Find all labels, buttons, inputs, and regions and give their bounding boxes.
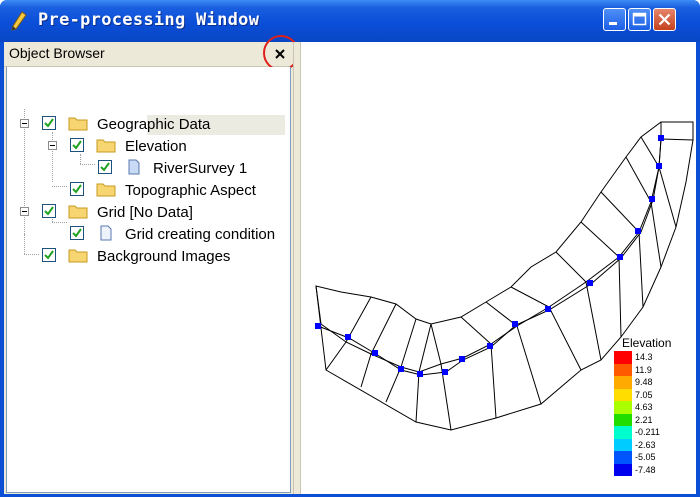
collapse-toggle[interactable]: [20, 119, 29, 128]
tree-checkbox[interactable]: [70, 138, 84, 152]
legend-swatch: [614, 363, 632, 376]
survey-points: [315, 135, 664, 377]
legend-row: 4.63: [614, 401, 684, 414]
legend-row: -7.48: [614, 463, 684, 476]
legend-value: 7.05: [635, 389, 653, 400]
legend-value: 14.3: [635, 352, 653, 362]
legend-value: -0.211: [635, 427, 660, 437]
tree-checkbox[interactable]: [42, 116, 56, 130]
collapse-toggle[interactable]: [20, 207, 29, 216]
minimize-button[interactable]: [603, 8, 626, 31]
tree-checkbox[interactable]: [42, 204, 56, 218]
tree-line: [52, 222, 67, 223]
elevation-legend: Elevation 14.3 11.9 9.48 7.05 4.63 2.21 -0.211…: [614, 336, 684, 486]
folder-icon: [68, 117, 88, 131]
window-title: Pre-processing Window: [38, 10, 260, 30]
legend-swatch: [614, 451, 632, 464]
panel-splitter[interactable]: [293, 42, 301, 494]
legend-row: 2.21: [614, 413, 684, 426]
tree-item-label[interactable]: Topographic Aspect: [125, 182, 256, 199]
tree-item-label[interactable]: RiverSurvey 1: [153, 160, 247, 177]
tree-line: [24, 254, 39, 255]
document-icon: [100, 225, 112, 241]
legend-swatch: [614, 426, 632, 439]
close-icon: [275, 49, 285, 59]
folder-icon: [68, 249, 88, 263]
tree-checkbox[interactable]: [70, 226, 84, 240]
panel-close-button[interactable]: [271, 45, 289, 63]
graphics-canvas[interactable]: Elevation 14.3 11.9 9.48 7.05 4.63 2.21 -0.211…: [301, 42, 696, 494]
mesh-centerline: [317, 138, 662, 376]
tree-item-label[interactable]: Grid creating condition: [125, 226, 275, 243]
legend-swatch: [614, 463, 632, 476]
legend-value: 2.21: [635, 414, 653, 425]
legend-row: 9.48: [614, 376, 684, 389]
legend-row: -5.05: [614, 451, 684, 464]
legend-value: -5.05: [635, 452, 656, 462]
legend-row: 14.3: [614, 351, 684, 364]
document-icon: [128, 159, 140, 175]
title-bar[interactable]: Pre-processing Window: [0, 0, 700, 42]
legend-swatch: [614, 388, 632, 401]
legend-swatch: [614, 413, 632, 426]
folder-icon: [96, 183, 116, 197]
tree-item-label[interactable]: Elevation: [125, 138, 187, 155]
legend-value: -7.48: [635, 464, 656, 475]
tree-item-label[interactable]: Geographic Data: [97, 116, 210, 133]
legend-value: 11.9: [635, 364, 652, 375]
legend-row: 11.9: [614, 363, 684, 376]
tree-line: [24, 234, 25, 254]
legend-value: 9.48: [635, 377, 653, 387]
legend-row: 7.05: [614, 388, 684, 401]
maximize-icon: [632, 12, 647, 26]
mesh-inner-bank: [315, 138, 662, 373]
client-area: Object Browser Geographic Data Elevation…: [4, 35, 696, 494]
object-browser-panel: Object Browser Geographic Data Elevation…: [4, 35, 299, 494]
pre-processing-window: Pre-processing Window Object Browser Geo…: [0, 0, 700, 497]
tree-line: [80, 164, 95, 165]
object-browser-header: Object Browser: [4, 35, 299, 71]
tree-line: [52, 132, 53, 182]
legend-swatch: [614, 438, 632, 451]
legend-swatch: [614, 376, 632, 389]
legend-row: -0.211: [614, 426, 684, 439]
object-tree: Geographic Data Elevation RiverSurvey 1 …: [6, 67, 291, 493]
legend-swatch: [614, 401, 632, 414]
close-button[interactable]: [653, 8, 676, 31]
folder-icon: [68, 205, 88, 219]
tree-checkbox[interactable]: [98, 160, 112, 174]
folder-icon: [96, 139, 116, 153]
tree-item-label[interactable]: Background Images: [97, 248, 230, 265]
legend-swatch: [614, 351, 632, 364]
minimize-icon: [609, 22, 617, 25]
legend-value: 4.63: [635, 402, 653, 412]
tree-checkbox[interactable]: [70, 182, 84, 196]
pencil-icon: [11, 11, 27, 31]
close-icon: [658, 13, 671, 26]
legend-row: -2.63: [614, 438, 684, 451]
tree-line: [52, 186, 67, 187]
tree-line: [80, 154, 81, 164]
maximize-button[interactable]: [628, 8, 651, 31]
tree-item-label[interactable]: Grid [No Data]: [97, 204, 193, 221]
legend-title: Elevation: [622, 336, 672, 350]
object-browser-title: Object Browser: [9, 45, 105, 61]
tree-checkbox[interactable]: [42, 248, 56, 262]
legend-value: -2.63: [635, 439, 656, 450]
collapse-toggle[interactable]: [48, 141, 57, 150]
